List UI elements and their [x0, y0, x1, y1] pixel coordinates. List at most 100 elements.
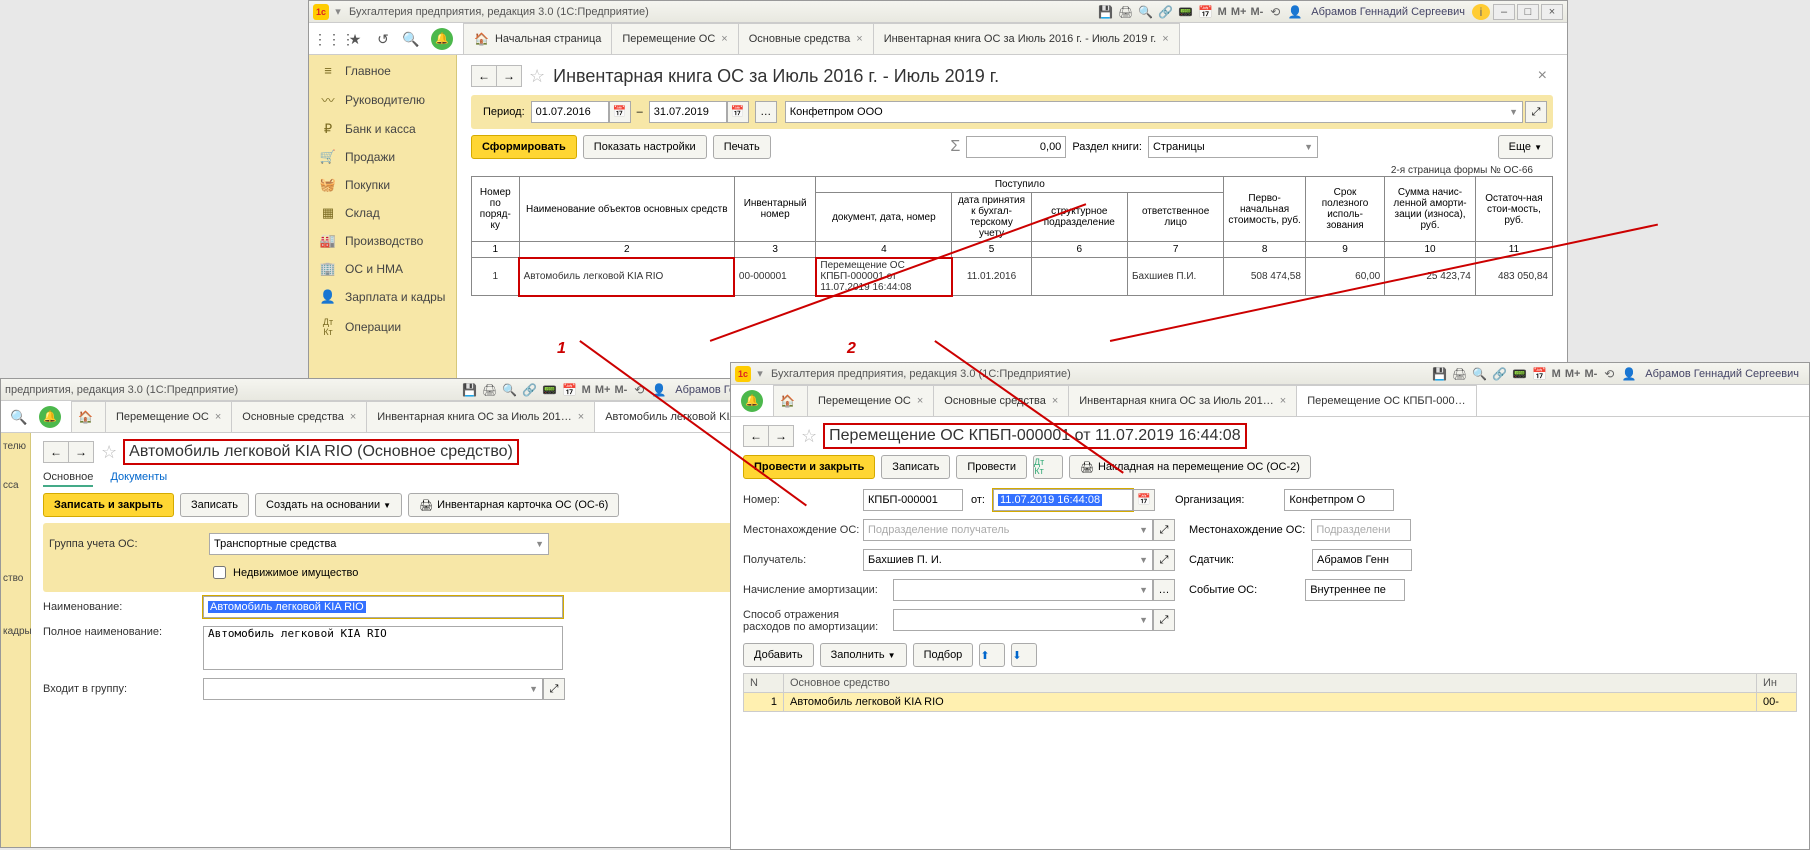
sidebar-frag[interactable]: телю	[1, 435, 30, 458]
expand-icon[interactable]: ⤢	[1153, 519, 1175, 541]
items-table[interactable]: N Основное средство Ин 1 Автомобиль легк…	[743, 673, 1797, 712]
refresh-icon[interactable]: ⟲	[1600, 366, 1618, 382]
search-icon[interactable]: 🔍	[1137, 4, 1155, 20]
calendar-icon[interactable]: 📅	[609, 101, 631, 123]
forward-button[interactable]: →	[496, 65, 522, 87]
calendar-icon[interactable]: 📅	[1197, 4, 1215, 20]
num-input[interactable]	[863, 489, 963, 511]
select-button[interactable]: Подбор	[913, 643, 974, 667]
expand-icon[interactable]: ⤢	[1153, 609, 1175, 631]
save-icon[interactable]: 💾	[1097, 4, 1115, 20]
close-icon[interactable]: ×	[1280, 395, 1286, 407]
close-icon[interactable]: ×	[721, 33, 727, 45]
favorite-icon[interactable]: ★	[341, 26, 369, 52]
sender-select[interactable]: Абрамов Генн	[1312, 549, 1412, 571]
close-icon[interactable]: ×	[578, 411, 584, 423]
method-select[interactable]: ▼	[893, 609, 1153, 631]
calendar-icon[interactable]: 📅	[727, 101, 749, 123]
loc2-select[interactable]: Подразделени	[1311, 519, 1411, 541]
dropdown-icon[interactable]: ▾	[333, 5, 343, 18]
search-icon[interactable]: 🔍	[5, 404, 33, 430]
name-input[interactable]: Автомобиль легковой KIA RIO	[203, 596, 563, 618]
expand-icon[interactable]: ⤢	[1153, 549, 1175, 571]
bell-icon[interactable]: 🔔	[741, 390, 763, 412]
zoom-in[interactable]: M	[1552, 368, 1561, 380]
refresh-icon[interactable]: ⟲	[1266, 4, 1284, 20]
tab-home[interactable]	[773, 385, 808, 416]
sidebar-item-os-nma[interactable]: 🏢ОС и НМА	[309, 255, 456, 283]
more-button[interactable]: Еще ▼	[1498, 135, 1553, 159]
move-down-button[interactable]: ⬇	[1011, 643, 1037, 667]
close-page-button[interactable]: ×	[1532, 67, 1553, 85]
ellipsis-icon[interactable]: …	[1153, 579, 1175, 601]
loc-select[interactable]: Подразделение получатель▼	[863, 519, 1153, 541]
info-icon[interactable]: i	[1472, 4, 1490, 20]
date-from-input[interactable]	[531, 101, 609, 123]
tab-move-os[interactable]: Перемещение ОС×	[807, 385, 934, 416]
link-icon[interactable]: 🔗	[521, 382, 539, 398]
move-up-button[interactable]: ⬆	[979, 643, 1005, 667]
period-picker-button[interactable]: …	[755, 101, 777, 123]
recv-select[interactable]: Бахшиев П. И.▼	[863, 549, 1153, 571]
tab-move-os[interactable]: Перемещение ОС×	[611, 23, 738, 54]
close-button[interactable]: ×	[1541, 4, 1563, 20]
minimize-button[interactable]: –	[1493, 4, 1515, 20]
sidebar-item-manager[interactable]: 〰Руководителю	[309, 84, 456, 115]
star-icon[interactable]: ☆	[801, 426, 817, 447]
back-button[interactable]: ←	[743, 425, 769, 447]
zoom-in[interactable]: M	[1218, 6, 1227, 18]
print-button[interactable]: Печать	[713, 135, 771, 159]
dtkt-button[interactable]: ДтКт	[1033, 455, 1063, 479]
table-row[interactable]: 1 Автомобиль легковой KIA RIO 00-	[744, 693, 1797, 712]
close-icon[interactable]: ×	[350, 411, 356, 423]
tab-home[interactable]	[71, 401, 106, 432]
calc-icon[interactable]: 📟	[541, 382, 559, 398]
org-select[interactable]: Конфетпром О	[1284, 489, 1394, 511]
forward-button[interactable]: →	[68, 441, 94, 463]
sidebar-item-salary[interactable]: 👤Зарплата и кадры	[309, 283, 456, 311]
sidebar-frag[interactable]: кадры	[1, 590, 30, 643]
back-button[interactable]: ←	[43, 441, 69, 463]
sidebar-item-bank[interactable]: ₽Банк и касса	[309, 115, 456, 143]
sigma-icon[interactable]: Σ	[950, 138, 960, 156]
calendar-icon[interactable]: 📅	[1531, 366, 1549, 382]
sidebar-item-warehouse[interactable]: ▦Склад	[309, 199, 456, 227]
fullname-input[interactable]: Автомобиль легковой KIA RIO	[203, 626, 563, 670]
tab-os[interactable]: Основные средства×	[933, 385, 1069, 416]
search-icon[interactable]: 🔍	[397, 26, 425, 52]
star-icon[interactable]: ☆	[101, 442, 117, 463]
search-icon[interactable]: 🔍	[501, 382, 519, 398]
tab-inventory[interactable]: Инвентарная книга ОС за Июль 201…×	[366, 401, 595, 432]
sidebar-item-purchases[interactable]: 🧺Покупки	[309, 171, 456, 199]
sidebar-item-sales[interactable]: 🛒Продажи	[309, 143, 456, 171]
zoom-plus[interactable]: M+	[1231, 6, 1247, 18]
cell-name[interactable]: Автомобиль легковой KIA RIO	[519, 258, 734, 296]
fill-button[interactable]: Заполнить ▼	[820, 643, 907, 667]
calc-icon[interactable]: 📟	[1511, 366, 1529, 382]
save-close-button[interactable]: Записать и закрыть	[43, 493, 174, 517]
close-icon[interactable]: ×	[215, 411, 221, 423]
tab-home[interactable]: Начальная страница	[463, 23, 612, 54]
post-close-button[interactable]: Провести и закрыть	[743, 455, 875, 479]
section-select[interactable]: Страницы▼	[1148, 136, 1318, 158]
link-icon[interactable]: 🔗	[1491, 366, 1509, 382]
close-icon[interactable]: ×	[917, 395, 923, 407]
date-input[interactable]: 11.07.2019 16:44:08	[993, 489, 1133, 511]
date-to-input[interactable]	[649, 101, 727, 123]
sidebar-item-operations[interactable]: ДтКтОперации	[309, 311, 456, 343]
realty-checkbox[interactable]: Недвижимое имущество	[209, 563, 358, 582]
tab-inventory-book[interactable]: Инвентарная книга ОС за Июль 2016 г. - И…	[873, 23, 1180, 54]
zoom-plus[interactable]: M+	[595, 384, 611, 396]
close-icon[interactable]: ×	[856, 33, 862, 45]
org-select[interactable]: Конфетпром ООО▼	[785, 101, 1523, 123]
create-based-button[interactable]: Создать на основании ▼	[255, 493, 402, 517]
zoom-minus[interactable]: M-	[1250, 6, 1263, 18]
apps-icon[interactable]: ⋮⋮⋮	[313, 26, 341, 52]
bell-icon[interactable]: 🔔	[431, 28, 453, 50]
bell-icon[interactable]: 🔔	[39, 406, 61, 428]
calendar-icon[interactable]: 📅	[1133, 489, 1155, 511]
amort-select[interactable]: ▼	[893, 579, 1153, 601]
group-select[interactable]: Транспортные средства▼	[209, 533, 549, 555]
back-button[interactable]: ←	[471, 65, 497, 87]
inventory-card-button[interactable]: 🖨 Инвентарная карточка ОС (ОС-6)	[408, 493, 619, 517]
